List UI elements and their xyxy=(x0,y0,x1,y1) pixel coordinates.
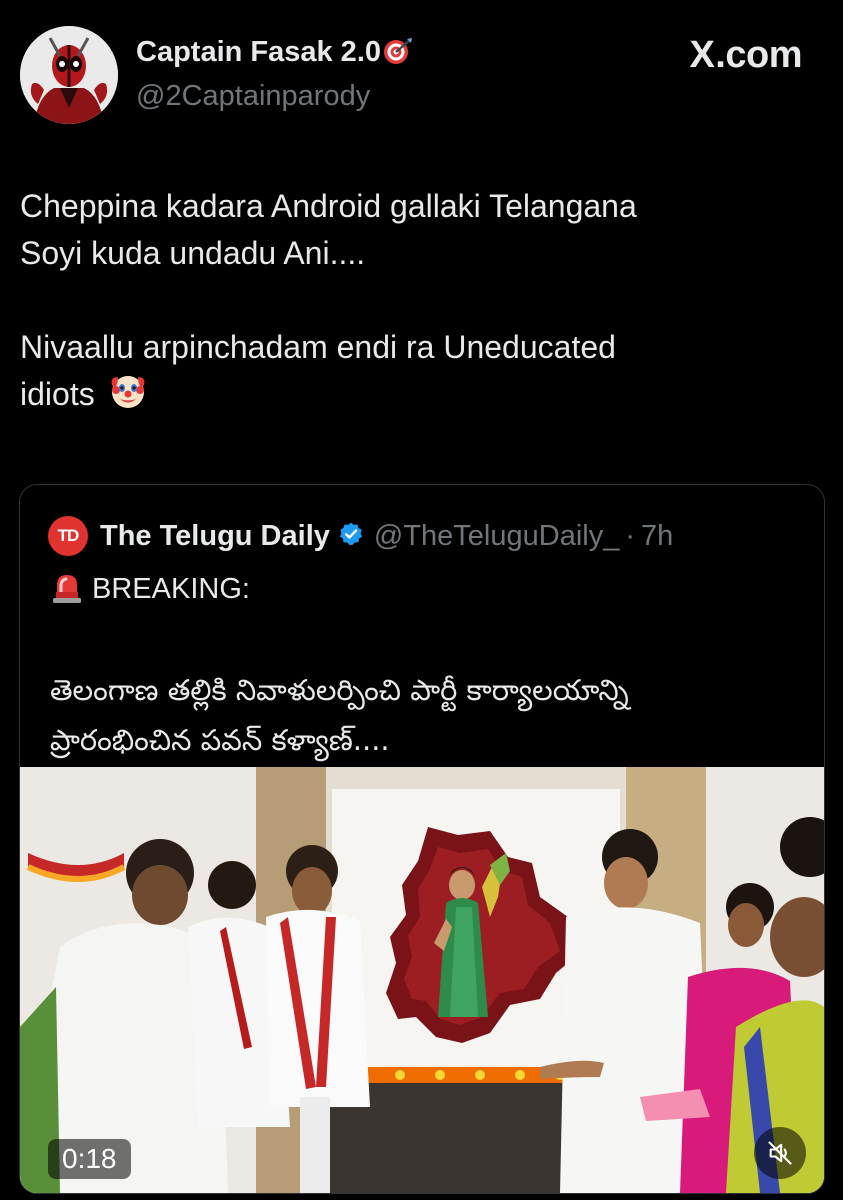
siren-icon xyxy=(50,570,84,619)
x-logo-icon: X xyxy=(689,34,715,76)
telugu-line-2: ప్రారంభించిన పవన్ కళ్యాణ్.... xyxy=(50,723,390,757)
tweet-line-4: idiots xyxy=(20,376,95,412)
video-thumbnail xyxy=(20,767,824,1193)
quoted-author-handle[interactable]: @TheTeluguDaily_ xyxy=(374,520,619,553)
video-player[interactable]: 0:18 xyxy=(20,767,824,1193)
tweet-line-2: Soyi kuda undadu Ani.... xyxy=(20,235,366,271)
author-name-text[interactable]: Captain Fasak 2.0 xyxy=(136,36,381,68)
quoted-tweet-header: TD The Telugu Daily @TheTeluguDaily_ · 7… xyxy=(48,516,673,556)
speaker-muted-icon xyxy=(766,1139,794,1167)
clown-face-icon xyxy=(108,371,148,424)
separator-dot: · xyxy=(625,519,636,552)
quoted-timestamp[interactable]: 7h xyxy=(641,520,673,553)
target-dart-icon xyxy=(383,37,413,73)
video-duration-badge: 0:18 xyxy=(48,1139,131,1179)
author-handle[interactable]: @2Captainparody xyxy=(136,80,370,113)
author-avatar[interactable] xyxy=(20,26,118,124)
brand-suffix: .com xyxy=(715,34,802,76)
tweet-line-3: Nivaallu arpinchadam endi ra Uneducated xyxy=(20,329,616,365)
telugu-line-1: తెలంగాణ తల్లికి నివాళులర్పించి పార్టీ కా… xyxy=(50,673,629,707)
tweet-text: Cheppina kadara Android gallaki Telangan… xyxy=(20,183,800,424)
deadpool-avatar xyxy=(20,26,118,124)
quoted-author-name[interactable]: The Telugu Daily xyxy=(100,520,330,553)
tweet-line-1: Cheppina kadara Android gallaki Telangan… xyxy=(20,188,637,224)
telugu-daily-logo[interactable]: TD xyxy=(48,516,88,556)
author-name[interactable]: Captain Fasak 2.0 xyxy=(136,36,413,73)
quoted-tweet-text: BREAKING: తెలంగాణ తల్లికి నివాళులర్పించి… xyxy=(50,565,810,765)
x-com-watermark: X.com xyxy=(689,34,802,77)
breaking-label: BREAKING: xyxy=(92,573,250,605)
quoted-tweet-card[interactable]: TD The Telugu Daily @TheTeluguDaily_ · 7… xyxy=(19,484,825,1194)
verified-badge-icon xyxy=(338,521,364,552)
mute-toggle-button[interactable] xyxy=(754,1127,806,1179)
